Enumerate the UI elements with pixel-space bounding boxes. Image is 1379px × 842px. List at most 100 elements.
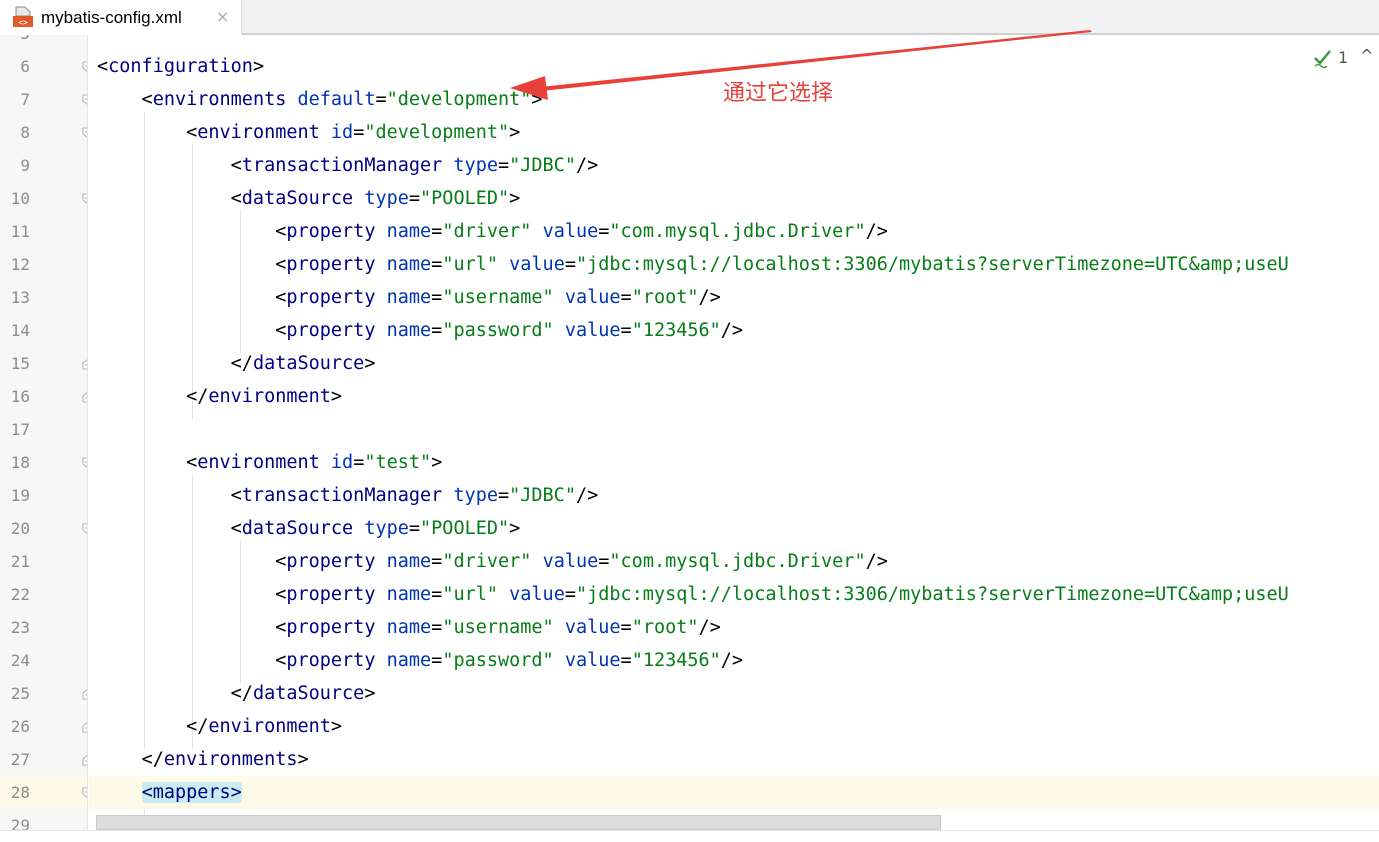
code-token: < bbox=[97, 287, 287, 308]
code-line[interactable]: <property name="driver" value="com.mysql… bbox=[97, 215, 888, 248]
code-token: = bbox=[375, 89, 387, 110]
fold-start-icon[interactable] bbox=[82, 457, 88, 469]
code-token: "development" bbox=[386, 89, 532, 110]
code-line[interactable]: <property name="password" value="123456"… bbox=[97, 644, 743, 677]
code-token: "driver" bbox=[442, 221, 543, 242]
code-token: "123456" bbox=[631, 320, 721, 341]
code-token: environments bbox=[152, 89, 298, 110]
code-token: = bbox=[564, 584, 576, 605]
code-token: id bbox=[330, 122, 354, 143]
code-token: environments bbox=[163, 749, 298, 770]
code-line[interactable]: <property name="url" value="jdbc:mysql:/… bbox=[97, 248, 1289, 281]
code-token: /> bbox=[865, 221, 888, 242]
fold-end-icon[interactable] bbox=[82, 391, 88, 403]
code-token: environment bbox=[197, 122, 331, 143]
fold-end-icon[interactable] bbox=[82, 688, 88, 700]
code-line[interactable]: </environment> bbox=[97, 380, 342, 413]
tab-mybatis-config[interactable]: <> mybatis-config.xml × bbox=[0, 0, 242, 37]
code-token: dataSource bbox=[241, 518, 365, 539]
close-icon[interactable]: × bbox=[216, 7, 229, 26]
code-editor[interactable]: <configuration> <environments default="d… bbox=[89, 35, 1379, 830]
code-token: name bbox=[386, 287, 432, 308]
code-line[interactable]: <environment id="test"> bbox=[97, 446, 442, 479]
code-line[interactable]: <property name="driver" value="com.mysql… bbox=[97, 545, 888, 578]
code-token: name bbox=[386, 650, 432, 671]
code-token: transactionManager bbox=[241, 485, 454, 506]
code-line[interactable]: </dataSource> bbox=[97, 677, 376, 710]
code-token: environment bbox=[208, 386, 331, 407]
code-token: = bbox=[353, 122, 365, 143]
fold-end-icon[interactable] bbox=[82, 721, 88, 733]
code-token: "driver" bbox=[442, 551, 543, 572]
code-token: = bbox=[564, 254, 576, 275]
line-number: 7 bbox=[20, 90, 30, 109]
code-token: property bbox=[286, 287, 387, 308]
fold-start-icon[interactable] bbox=[82, 61, 88, 73]
code-line[interactable]: <property name="password" value="123456"… bbox=[97, 314, 743, 347]
code-token: < bbox=[97, 56, 109, 77]
code-token: dataSource bbox=[252, 353, 365, 374]
code-token: name bbox=[386, 551, 432, 572]
code-token: <mappers> bbox=[141, 782, 242, 803]
code-token: < bbox=[97, 617, 287, 638]
code-line[interactable]: <environments default="development"> bbox=[97, 83, 543, 116]
code-token: type bbox=[453, 155, 498, 176]
code-line[interactable]: <property name="username" value="root"/> bbox=[97, 281, 721, 314]
code-token: value bbox=[564, 320, 621, 341]
code-token: > bbox=[509, 122, 521, 143]
code-token: < bbox=[97, 155, 242, 176]
code-token: name bbox=[386, 254, 432, 275]
code-token: "com.mysql.jdbc.Driver" bbox=[609, 221, 866, 242]
code-line[interactable]: </environment> bbox=[97, 710, 342, 743]
code-token: /> bbox=[720, 650, 744, 671]
code-token: = bbox=[431, 254, 443, 275]
code-line[interactable]: <dataSource type="POOLED"> bbox=[97, 512, 521, 545]
code-token: </ bbox=[97, 716, 209, 737]
fold-start-icon[interactable] bbox=[82, 523, 88, 535]
code-line[interactable]: <transactionManager type="JDBC"/> bbox=[97, 149, 599, 182]
code-token: > bbox=[364, 683, 376, 704]
code-token: /> bbox=[698, 287, 721, 308]
line-number: 11 bbox=[10, 222, 30, 241]
code-token: value bbox=[564, 287, 621, 308]
code-token: name bbox=[386, 221, 432, 242]
line-number: 15 bbox=[10, 354, 30, 373]
fold-start-icon[interactable] bbox=[82, 127, 88, 139]
code-line[interactable]: <transactionManager type="JDBC"/> bbox=[97, 479, 599, 512]
code-token: value bbox=[509, 584, 565, 605]
code-line-current[interactable]: <mappers> bbox=[89, 776, 1379, 809]
code-token: "root" bbox=[631, 287, 699, 308]
code-line[interactable]: <configuration> bbox=[97, 50, 264, 83]
code-token: = bbox=[598, 221, 610, 242]
line-number: 10 bbox=[10, 189, 30, 208]
code-line[interactable]: <property name="url" value="jdbc:mysql:/… bbox=[97, 578, 1289, 611]
line-number: 14 bbox=[10, 321, 30, 340]
fold-start-icon[interactable] bbox=[82, 787, 88, 799]
line-number: 6 bbox=[20, 57, 30, 76]
code-token: < bbox=[97, 89, 153, 110]
chevron-up-icon[interactable]: ^ bbox=[1360, 46, 1373, 65]
fold-end-icon[interactable] bbox=[82, 754, 88, 766]
code-token: "test" bbox=[364, 452, 432, 473]
code-line[interactable]: <dataSource type="POOLED"> bbox=[97, 182, 521, 215]
fold-start-icon[interactable] bbox=[82, 193, 88, 205]
code-token: = bbox=[620, 287, 632, 308]
horizontal-scrollbar-thumb[interactable] bbox=[96, 815, 941, 830]
xml-file-icon: <> bbox=[13, 6, 33, 27]
code-line[interactable]: </environments> bbox=[97, 743, 309, 776]
code-token: = bbox=[408, 188, 421, 209]
line-number: 29 bbox=[10, 816, 30, 830]
code-line[interactable]: <environment id="development"> bbox=[97, 116, 520, 149]
fold-end-icon[interactable] bbox=[82, 358, 88, 370]
fold-start-icon[interactable] bbox=[82, 94, 88, 106]
code-token: property bbox=[286, 584, 387, 605]
line-number: 16 bbox=[10, 387, 30, 406]
code-line[interactable]: <property name="username" value="root"/> bbox=[97, 611, 721, 644]
code-token: > bbox=[297, 749, 309, 770]
code-token: > bbox=[509, 188, 521, 209]
code-line[interactable]: </dataSource> bbox=[97, 347, 376, 380]
code-token: </ bbox=[97, 683, 253, 704]
code-token: default bbox=[297, 89, 376, 110]
code-token: name bbox=[386, 584, 432, 605]
